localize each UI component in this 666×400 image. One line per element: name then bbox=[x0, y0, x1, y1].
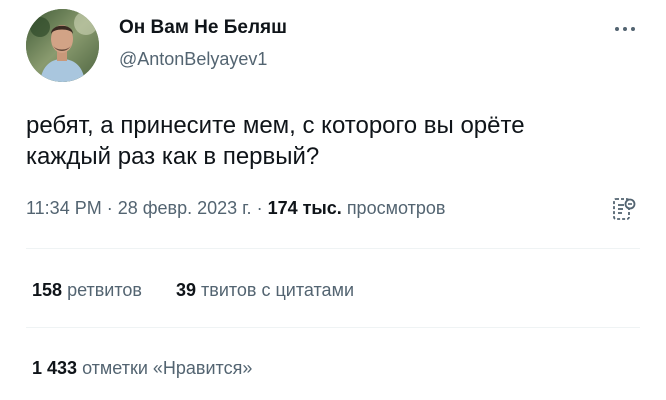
tweet-text-line: ребят, а принесите мем, с которого вы ор… bbox=[26, 112, 525, 139]
likes-label: отметки «Нравится» bbox=[82, 358, 253, 378]
tweet-time[interactable]: 11:34 PM bbox=[26, 198, 102, 218]
quotes-stat[interactable]: 39 твитов с цитатами bbox=[176, 280, 354, 300]
likes-row: 1 433 отметки «Нравится» bbox=[32, 358, 252, 379]
divider bbox=[26, 248, 640, 249]
author-name[interactable]: Он Вам Не Беляш bbox=[119, 17, 287, 39]
meta-separator: · bbox=[101, 198, 118, 218]
likes-stat[interactable]: 1 433 отметки «Нравится» bbox=[32, 358, 252, 378]
retweets-label: ретвитов bbox=[67, 280, 142, 300]
more-options-icon[interactable] bbox=[612, 24, 638, 34]
avatar-photo bbox=[26, 9, 99, 82]
tweet-meta: 11:34 PM · 28 февр. 2023 г. · 174 тыс. п… bbox=[26, 198, 445, 219]
analytics-icon[interactable] bbox=[612, 196, 636, 222]
tweet-card: Он Вам Не Беляш @AntonBelyayev1 ребят, а… bbox=[0, 0, 666, 400]
author-handle[interactable]: @AntonBelyayev1 bbox=[119, 49, 267, 70]
meta-separator: · bbox=[251, 198, 268, 218]
divider bbox=[26, 327, 640, 328]
retweets-count: 158 bbox=[32, 280, 63, 300]
quotes-label: твитов с цитатами bbox=[201, 280, 354, 300]
tweet-text-line: каждый раз как в первый? bbox=[26, 143, 320, 170]
views-label: просмотров bbox=[346, 198, 446, 218]
stats-row: 158 ретвитов 39 твитов с цитатами bbox=[32, 280, 354, 301]
likes-count: 1 433 bbox=[32, 358, 78, 378]
quotes-count: 39 bbox=[175, 280, 196, 300]
retweets-stat[interactable]: 158 ретвитов bbox=[32, 280, 142, 300]
avatar[interactable] bbox=[26, 9, 99, 82]
views-count: 174 тыс. bbox=[267, 198, 342, 218]
tweet-date[interactable]: 28 февр. 2023 г. bbox=[118, 198, 252, 218]
tweet-text: ребят, а принесите мем, с которого вы ор… bbox=[26, 110, 626, 172]
